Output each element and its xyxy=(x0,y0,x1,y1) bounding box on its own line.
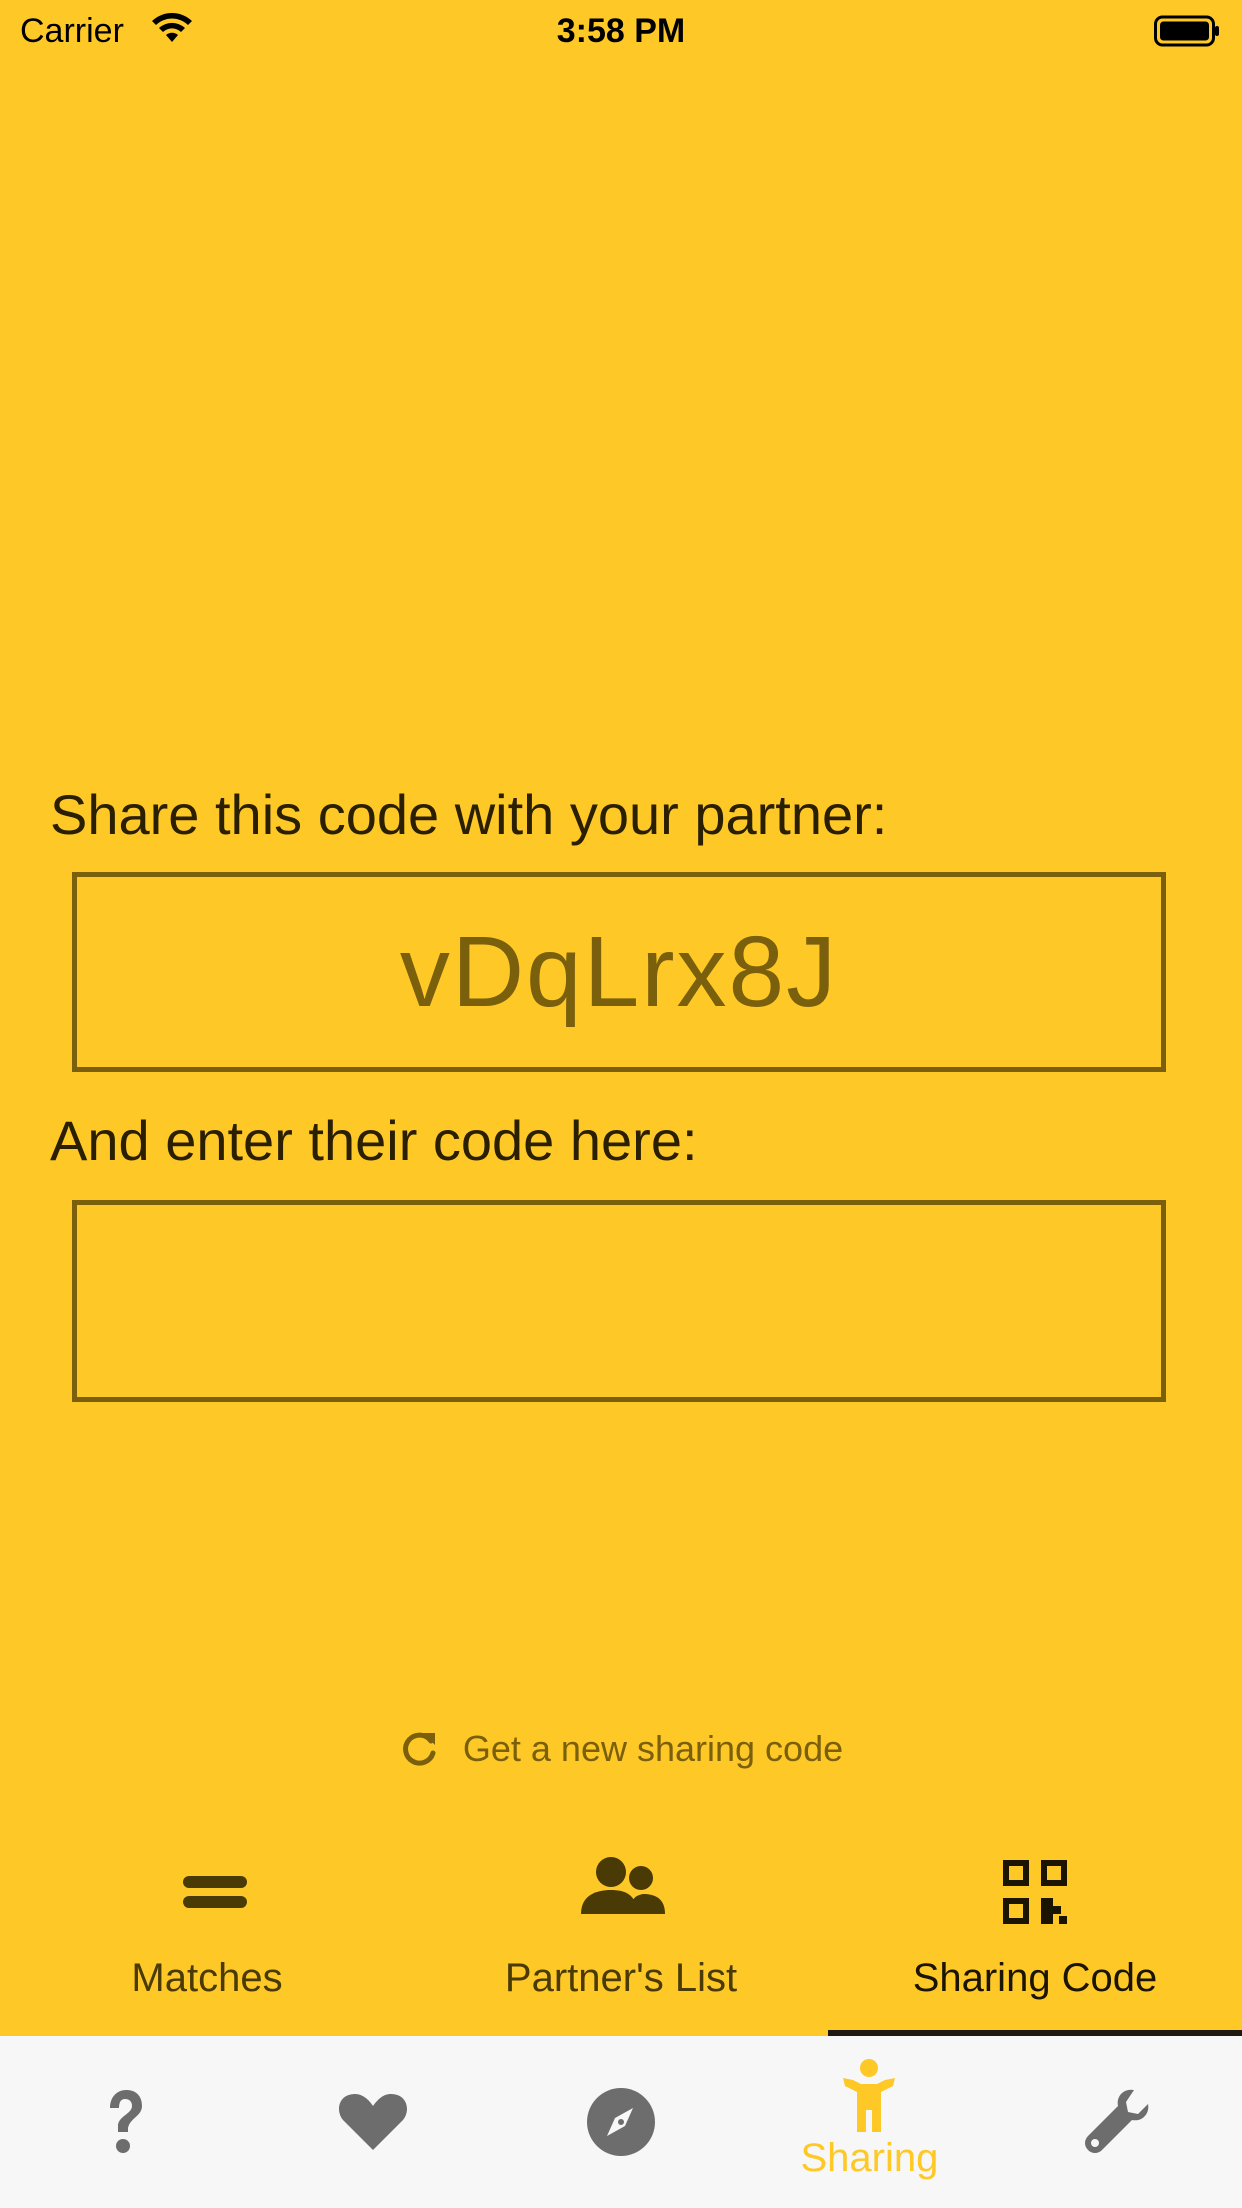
battery-icon xyxy=(1154,15,1219,47)
tab-sharing-code[interactable]: Sharing Code xyxy=(828,1830,1242,2036)
tab-sharing[interactable]: Sharing xyxy=(745,2036,993,2208)
heart-icon xyxy=(338,2094,407,2150)
tab-partners-list-label: Partner's List xyxy=(504,1956,738,2000)
tab-settings[interactable] xyxy=(994,2036,1242,2208)
my-sharing-code-box[interactable]: vDqLrx8J xyxy=(72,872,1166,1072)
equals-icon xyxy=(183,1876,247,1908)
my-sharing-code: vDqLrx8J xyxy=(399,915,839,1028)
qr-code-icon xyxy=(1003,1860,1067,1924)
status-bar: Carrier 3:58 PM xyxy=(0,0,1242,60)
compass-icon xyxy=(587,2088,656,2156)
users-icon xyxy=(581,1857,665,1914)
tab-sharing-code-label: Sharing Code xyxy=(912,1956,1158,2000)
tab-discover[interactable] xyxy=(497,2036,745,2208)
sharing-tab-strip: Matches Partner's List Sharing Code xyxy=(0,1830,1242,2036)
tab-favorites[interactable] xyxy=(248,2036,496,2208)
new-sharing-code-button[interactable]: Get a new sharing code xyxy=(0,1724,1242,1774)
share-code-prompt: Share this code with your partner: xyxy=(50,783,888,846)
tab-matches-label: Matches xyxy=(131,1956,283,2000)
tab-partners-list[interactable]: Partner's List xyxy=(414,1830,828,2036)
tab-sharing-label: Sharing xyxy=(800,2135,939,2180)
wrench-icon xyxy=(1084,2089,1149,2153)
clock: 3:58 PM xyxy=(556,12,686,50)
question-icon xyxy=(110,2090,143,2153)
bottom-tab-bar: Sharing xyxy=(0,2036,1242,2208)
person-icon xyxy=(843,2058,896,2132)
enter-code-prompt: And enter their code here: xyxy=(50,1109,698,1172)
refresh-icon xyxy=(402,1732,436,1766)
tab-help[interactable] xyxy=(0,2036,248,2208)
partner-code-input[interactable] xyxy=(72,1200,1166,1402)
tab-matches[interactable]: Matches xyxy=(0,1830,414,2036)
new-sharing-code-label: Get a new sharing code xyxy=(462,1728,844,1769)
